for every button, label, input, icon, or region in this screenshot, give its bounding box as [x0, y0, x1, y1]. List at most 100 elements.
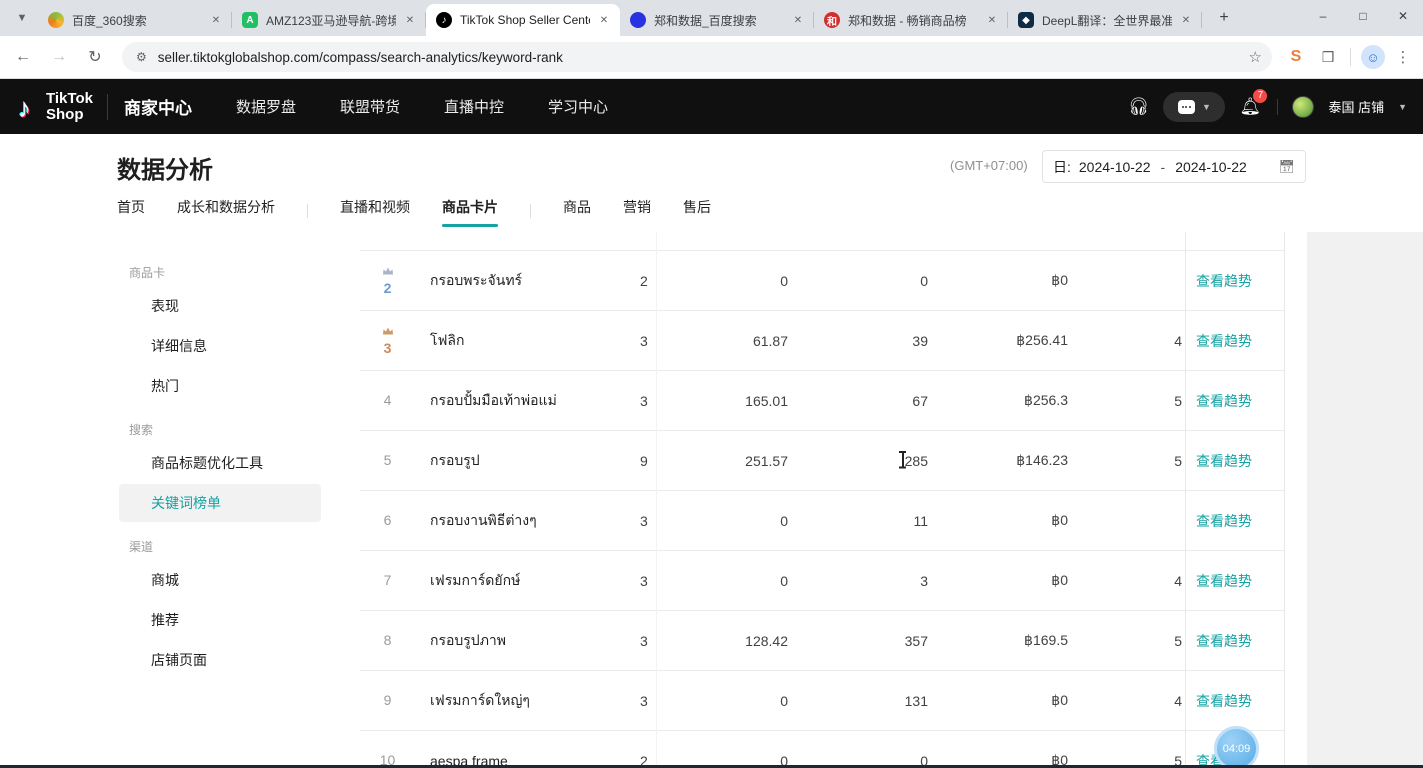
tab-close-icon[interactable]: ✕: [984, 12, 1000, 28]
keyword-cell: กรอบปั้มมือเท้าพ่อแม่: [415, 390, 637, 412]
tab-售后[interactable]: 售后: [683, 197, 711, 225]
view-trend-link[interactable]: 查看趋势: [1196, 271, 1252, 291]
tab-close-icon[interactable]: ✕: [596, 12, 612, 28]
nav-item-学习中心[interactable]: 学习中心: [548, 96, 608, 117]
view-trend-link[interactable]: 查看趋势: [1196, 391, 1252, 411]
rank-cell: 2: [360, 265, 415, 296]
tab-商品卡片[interactable]: 商品卡片: [442, 197, 498, 225]
back-icon[interactable]: ←: [10, 44, 36, 70]
nav-item-联盟带货[interactable]: 联盟带货: [340, 96, 400, 117]
view-trend-link[interactable]: 查看趋势: [1196, 331, 1252, 351]
date-granularity-label: 日:: [1053, 157, 1071, 177]
support-headset-icon[interactable]: 🎧︎: [1128, 97, 1150, 117]
clipped-right-value: 4: [1068, 333, 1185, 349]
browser-tab[interactable]: ◆DeepL翻译：全世界最准✕: [1008, 4, 1202, 36]
sidebar-item-表现[interactable]: 表现: [119, 287, 321, 325]
view-trend-link[interactable]: 查看趋势: [1196, 451, 1252, 471]
close-button[interactable]: ✕: [1383, 0, 1423, 32]
store-name[interactable]: 泰国 店铺: [1328, 97, 1384, 116]
reload-icon[interactable]: ↻: [82, 44, 108, 70]
floating-timer-bubble[interactable]: 04:09: [1214, 726, 1259, 768]
tab-title: 郑和数据_百度搜索: [654, 12, 784, 29]
browser-profile-avatar[interactable]: ☺: [1361, 45, 1385, 69]
tab-直播和视频[interactable]: 直播和视频: [340, 197, 410, 225]
tab-close-icon[interactable]: ✕: [790, 12, 806, 28]
nav-item-数据罗盘[interactable]: 数据罗盘: [236, 96, 296, 117]
browser-menu-icon[interactable]: ⋮: [1393, 48, 1413, 66]
browser-tab[interactable]: AAMZ123亚马逊导航-跨境✕: [232, 4, 426, 36]
view-trend-link[interactable]: 查看趋势: [1196, 691, 1252, 711]
date-start[interactable]: 2024-10-22: [1079, 159, 1151, 175]
sidebar-item-商品标题优化工具[interactable]: 商品标题优化工具: [119, 444, 321, 482]
action-cell: 查看趋势: [1185, 671, 1285, 730]
browser-tab[interactable]: 郑和数据_百度搜索 ✕: [620, 4, 814, 36]
view-trend-link[interactable]: 查看趋势: [1196, 511, 1252, 531]
nav-right-divider: [1277, 99, 1278, 115]
table-row: 8กรอบรูปภาพ3128.42357฿169.55查看趋势: [360, 611, 1285, 671]
store-chevron-down-icon[interactable]: ▼: [1398, 102, 1407, 112]
toolbar-right: S ❒ ☺ ⋮: [1284, 45, 1413, 69]
sidebar-item-关键词榜单[interactable]: 关键词榜单: [119, 484, 321, 522]
forward-icon[interactable]: →: [46, 44, 72, 70]
tab-divider: [307, 204, 308, 218]
tab-search-icon[interactable]: ▼: [8, 4, 36, 32]
tab-title: AMZ123亚马逊导航-跨境: [266, 12, 396, 29]
logo-line1: TikTok: [46, 91, 93, 107]
tab-商品[interactable]: 商品: [563, 197, 591, 225]
tab-close-icon[interactable]: ✕: [1178, 12, 1194, 28]
tiktok-shop-navbar: ♪♪♪ TikTok Shop 商家中心数据罗盘联盟带货直播中控学习中心 🎧︎ …: [0, 79, 1423, 134]
date-range-picker[interactable]: 日: 2024-10-22 - 2024-10-22 📅︎: [1042, 150, 1306, 183]
store-avatar[interactable]: [1292, 96, 1314, 118]
calendar-icon[interactable]: 📅︎: [1278, 159, 1295, 175]
tab-首页[interactable]: 首页: [117, 197, 145, 225]
browser-tab[interactable]: 和郑和数据 - 畅销商品榜✕: [814, 4, 1008, 36]
sidebar-item-热门[interactable]: 热门: [119, 367, 321, 405]
clipped-right-value: 5: [1068, 633, 1185, 649]
tab-营销[interactable]: 营销: [623, 197, 651, 225]
view-trend-link[interactable]: 查看趋势: [1196, 571, 1252, 591]
sidebar-item-店铺页面[interactable]: 店铺页面: [119, 641, 321, 679]
seller-extension-icon[interactable]: S: [1284, 48, 1308, 66]
keyword-cell: กรอบรูปภาพ: [415, 630, 637, 652]
tab-title: DeepL翻译：全世界最准: [1042, 12, 1172, 29]
notifications[interactable]: 🔔︎ 7: [1239, 97, 1263, 117]
tiktok-shop-logo[interactable]: ♪♪♪ TikTok Shop: [16, 91, 93, 123]
browser-tab[interactable]: 百度_360搜索✕: [38, 4, 232, 36]
maximize-button[interactable]: □: [1343, 0, 1383, 32]
view-trend-link[interactable]: 查看趋势: [1196, 631, 1252, 651]
tab-title: TikTok Shop Seller Cente: [460, 13, 590, 27]
address-bar[interactable]: ⚙︎ seller.tiktokglobalshop.com/compass/s…: [122, 42, 1272, 72]
date-end[interactable]: 2024-10-22: [1175, 159, 1247, 175]
table-row: 9เฟรมการ์ดใหญ่ๆ30131฿04查看趋势: [360, 671, 1285, 731]
date-separator: -: [1161, 159, 1166, 175]
value-cell: ฿169.5: [928, 632, 1068, 649]
rank-number: 6: [384, 513, 392, 528]
tab-成长和数据分析[interactable]: 成长和数据分析: [177, 197, 275, 225]
logo-line2: Shop: [46, 107, 93, 123]
tiktok-note-icon: ♪♪♪: [16, 91, 42, 123]
window-controls: – □ ✕: [1303, 0, 1423, 32]
sidebar-item-详细信息[interactable]: 详细信息: [119, 327, 321, 365]
value-cell: 61.87: [658, 333, 798, 349]
minimize-button[interactable]: –: [1303, 0, 1343, 32]
site-settings-icon[interactable]: ⚙︎: [136, 50, 148, 64]
sidebar-item-商城[interactable]: 商城: [119, 561, 321, 599]
clipped-left-value: 3: [637, 513, 658, 529]
nav-item-直播中控[interactable]: 直播中控: [444, 96, 504, 117]
sidebar-section-label: 搜索: [129, 421, 325, 438]
analytics-tabs: 首页 成长和数据分析 直播和视频 商品卡片 商品 营销 售后: [117, 199, 743, 223]
tab-close-icon[interactable]: ✕: [208, 12, 224, 28]
tab-close-icon[interactable]: ✕: [402, 12, 418, 28]
chat-pill[interactable]: ▼: [1163, 92, 1225, 122]
rank-cell: 9: [360, 693, 415, 708]
rank-number: 9: [384, 693, 392, 708]
browser-tab[interactable]: ♪TikTok Shop Seller Cente✕: [426, 4, 620, 36]
bookmark-star-icon[interactable]: ☆: [1249, 48, 1262, 66]
url-text[interactable]: seller.tiktokglobalshop.com/compass/sear…: [158, 50, 1249, 65]
extensions-puzzle-icon[interactable]: ❒: [1316, 49, 1340, 66]
sidebar: 商品卡表现详细信息热门搜索商品标题优化工具关键词榜单渠道商城推荐店铺页面: [115, 248, 325, 681]
nav-item-商家中心[interactable]: 商家中心: [124, 94, 192, 119]
sidebar-item-推荐[interactable]: 推荐: [119, 601, 321, 639]
table-row: 4กรอบปั้มมือเท้าพ่อแม่3165.0167฿256.35查看…: [360, 371, 1285, 431]
new-tab-button[interactable]: +: [1210, 4, 1238, 32]
